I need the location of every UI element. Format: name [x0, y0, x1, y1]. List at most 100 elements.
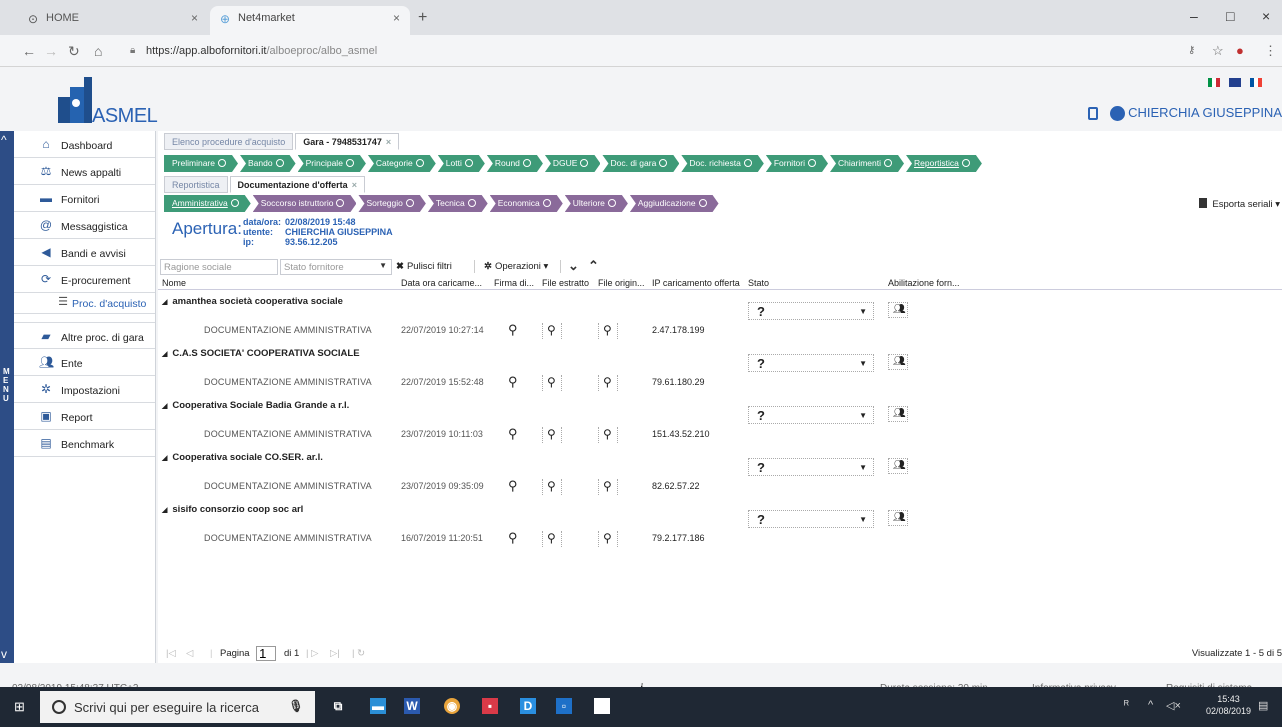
column-header[interactable]: File estratto — [542, 278, 596, 288]
collapse-triangle-icon[interactable]: ◢ — [162, 507, 167, 514]
substep-ulteriore[interactable]: Ulteriore — [565, 195, 628, 212]
last-page-icon[interactable]: ▷| — [330, 648, 340, 659]
step-preliminare[interactable]: Preliminare — [164, 155, 238, 172]
magnifier-original-button[interactable]: ⚲ — [598, 479, 618, 495]
page-input[interactable] — [256, 646, 276, 661]
chevron-down-icon[interactable]: v — [1, 647, 7, 661]
chevron-up-icon[interactable]: ^ — [1, 133, 7, 147]
substep-amministrativa[interactable]: Amministrativa — [164, 195, 251, 212]
sidebar-item-benchmark[interactable]: ▤ Benchmark — [14, 430, 155, 457]
magnifier-original-button[interactable]: ⚲ — [598, 323, 618, 339]
sidebar-item-impostazioni[interactable]: ✲ Impostazioni — [14, 376, 155, 403]
home-icon[interactable]: ⌂ — [94, 43, 102, 59]
ragione-sociale-filter[interactable]: Ragione sociale — [160, 259, 278, 275]
table-row[interactable]: DOCUMENTAZIONE AMMINISTRATIVA 23/07/2019 … — [158, 477, 1282, 499]
key-icon[interactable]: ⚷ — [1188, 45, 1195, 56]
export-serials-button[interactable]: Esporta seriali ▾ — [1199, 198, 1280, 210]
table-row[interactable]: DOCUMENTAZIONE AMMINISTRATIVA 23/07/2019 … — [158, 425, 1282, 447]
browser-tab-net4market[interactable]: ⊕ Net4market × — [210, 6, 410, 35]
step-doc-richiesta[interactable]: Doc. richiesta — [681, 155, 764, 172]
stato-select[interactable]: ? ▼ — [748, 302, 874, 320]
user-name[interactable]: CHIERCHIA GIUSEPPINA — [1128, 105, 1282, 120]
substep-soccorso-istruttorio[interactable]: Soccorso istruttorio — [253, 195, 357, 212]
more-menu-icon[interactable]: ⋮ — [1264, 43, 1277, 59]
column-header[interactable]: IP caricamento offerta — [652, 278, 744, 288]
table-row[interactable]: DOCUMENTAZIONE AMMINISTRATIVA 22/07/2019 … — [158, 373, 1282, 395]
profile-icon[interactable]: ● — [1236, 43, 1244, 58]
magnifier-icon[interactable]: ⚲ — [508, 530, 518, 546]
column-header[interactable]: Data ora caricame... — [401, 278, 491, 288]
stato-select[interactable]: ? ▼ — [748, 510, 874, 528]
magnifier-original-button[interactable]: ⚲ — [598, 375, 618, 391]
column-header[interactable]: Stato — [748, 278, 884, 288]
url-field[interactable]: https://app.albofornitori.it/alboeproc/a… — [146, 45, 377, 57]
magnifier-extracted-button[interactable]: ⚲ — [542, 427, 562, 443]
task-view-icon[interactable]: ⧉ — [330, 698, 346, 714]
magnifier-icon[interactable]: ⚲ — [508, 322, 518, 338]
sidebar-item-proc-acquisto[interactable]: ☰ Proc. d'acquisto — [14, 293, 155, 314]
book-icon[interactable] — [1088, 107, 1099, 121]
step-categorie[interactable]: Categorie — [368, 155, 436, 172]
explorer-icon[interactable]: ▬ — [370, 698, 386, 714]
magnifier-original-button[interactable]: ⚲ — [598, 427, 618, 443]
supplier-group-row[interactable]: ◢ sisifo consorzio coop soc arl — [162, 504, 303, 515]
substep-sorteggio[interactable]: Sorteggio — [358, 195, 425, 212]
user-area[interactable]: CHIERCHIA GIUSEPPINA — [1088, 105, 1282, 122]
supplier-group-row[interactable]: ◢ Cooperativa sociale CO.SER. ar.l. — [162, 452, 323, 463]
close-icon[interactable]: × — [352, 180, 357, 190]
sidebar-item-bandi[interactable]: ◀ Bandi e avvisi — [14, 239, 155, 266]
stato-fornitore-filter[interactable]: Stato fornitore ▼ — [280, 259, 392, 275]
flag-fr-icon[interactable] — [1250, 77, 1262, 87]
new-tab-button[interactable]: + — [418, 9, 427, 27]
substep-tecnica[interactable]: Tecnica — [428, 195, 488, 212]
magnifier-extracted-button[interactable]: ⚲ — [542, 323, 562, 339]
sidebar-item-dashboard[interactable]: ⌂ Dashboard — [14, 131, 155, 158]
pulisci-filtri-button[interactable]: ✖ Pulisci filtri — [396, 261, 452, 272]
tab-gara[interactable]: Gara - 7948531747 × — [295, 133, 400, 150]
magnifier-extracted-button[interactable]: ⚲ — [542, 531, 562, 547]
column-header[interactable]: File origin... — [598, 278, 650, 288]
back-icon[interactable]: ← — [22, 43, 36, 59]
collapse-triangle-icon[interactable]: ◢ — [162, 299, 167, 306]
collapse-triangle-icon[interactable]: ◢ — [162, 351, 167, 358]
magnifier-extracted-button[interactable]: ⚲ — [542, 375, 562, 391]
sidebar-item-news-appalti[interactable]: ⚖ News appalti — [14, 158, 155, 185]
browser-tab-home[interactable]: ⊙ HOME × — [18, 6, 208, 35]
prev-page-icon[interactable]: ◁ — [186, 648, 193, 659]
close-icon[interactable]: × — [386, 137, 391, 147]
abilitazione-button[interactable]: 👥︎ — [888, 510, 908, 526]
taskbar-search[interactable]: Scrivi qui per eseguire la ricerca — [40, 691, 315, 723]
notification-icon[interactable]: ▤ — [1258, 699, 1268, 712]
stato-select[interactable]: ? ▼ — [748, 406, 874, 424]
abilitazione-button[interactable]: 👥︎ — [888, 458, 908, 474]
step-reportistica[interactable]: Reportistica — [906, 155, 982, 172]
magnifier-original-button[interactable]: ⚲ — [598, 531, 618, 547]
chrome-icon[interactable]: ◉ — [444, 698, 460, 714]
forward-icon[interactable]: → — [44, 43, 58, 59]
sidebar-item-eprocurement[interactable]: ⟳ E-procurement — [14, 266, 155, 293]
magnifier-extracted-button[interactable]: ⚲ — [542, 479, 562, 495]
step-round[interactable]: Round — [487, 155, 543, 172]
step-lotti[interactable]: Lotti — [438, 155, 485, 172]
maximize-button[interactable]: □ — [1226, 8, 1234, 24]
step-principale[interactable]: Principale — [298, 155, 366, 172]
tab-elenco-procedure[interactable]: Elenco procedure d'acquisto — [164, 133, 294, 150]
column-header[interactable]: Firma di... — [494, 278, 540, 288]
collapse-triangle-icon[interactable]: ◢ — [162, 455, 167, 462]
close-window-button[interactable]: × — [1262, 8, 1270, 24]
people-tray-icon[interactable]: ᴿ — [1124, 699, 1129, 711]
sidebar-item-altre-proc[interactable]: ▰ Altre proc. di gara — [14, 322, 155, 349]
tab-reportistica[interactable]: Reportistica — [164, 176, 228, 193]
minimize-button[interactable]: – — [1190, 8, 1198, 24]
step-bando[interactable]: Bando — [240, 155, 296, 172]
flag-uk-icon[interactable] — [1229, 77, 1242, 87]
sidebar-item-fornitori[interactable]: ▬ Fornitori — [14, 185, 155, 212]
column-header[interactable]: Abilitazione forn... — [888, 278, 988, 288]
stato-select[interactable]: ? ▼ — [748, 354, 874, 372]
magnifier-icon[interactable]: ⚲ — [508, 426, 518, 442]
tab-documentazione-offerta[interactable]: Documentazione d'offerta × — [229, 176, 365, 193]
expand-all-icon[interactable]: ⌄ — [568, 258, 579, 274]
table-row[interactable]: DOCUMENTAZIONE AMMINISTRATIVA 16/07/2019 … — [158, 529, 1282, 551]
column-header[interactable]: Nome — [162, 278, 398, 288]
substep-economica[interactable]: Economica — [490, 195, 563, 212]
